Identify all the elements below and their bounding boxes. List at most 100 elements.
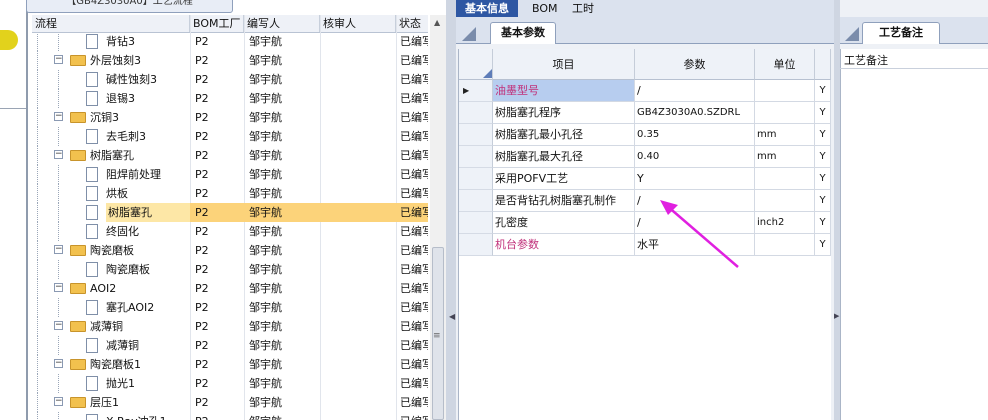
speech-bubble-icon[interactable] xyxy=(0,30,18,50)
collapse-toggle-icon[interactable]: − xyxy=(54,321,63,330)
param-unit-cell[interactable] xyxy=(755,234,815,256)
param-name-cell[interactable]: 孔密度 xyxy=(493,212,635,234)
row-header[interactable] xyxy=(459,146,493,168)
tab-work-hours[interactable]: 工时 xyxy=(572,0,602,17)
param-name-cell[interactable]: 机台参数 xyxy=(493,234,635,256)
tree-row[interactable]: 抛光1 P2 邹宇航 已编写 xyxy=(32,374,428,393)
param-unit-cell[interactable] xyxy=(755,102,815,124)
collapse-toggle-icon[interactable]: − xyxy=(54,397,63,406)
grid-header-item[interactable]: 项目 xyxy=(493,49,635,80)
param-unit-cell[interactable] xyxy=(755,80,815,102)
tree-row[interactable]: X-Ray冲孔1 P2 邹宇航 已编写 xyxy=(32,412,428,420)
remarks-body[interactable] xyxy=(840,49,988,420)
param-name-cell[interactable]: 油墨型号 xyxy=(493,80,635,102)
tree-row[interactable]: − 层压1 P2 邹宇航 已编写 xyxy=(32,393,428,412)
tree-row[interactable]: 终固化 P2 邹宇航 已编写 xyxy=(32,222,428,241)
row-header[interactable]: ▶ xyxy=(459,80,493,102)
grid-header-value[interactable]: 参数 xyxy=(635,49,755,80)
tree-row[interactable]: 减薄铜 P2 邹宇航 已编写 xyxy=(32,336,428,355)
tree-row[interactable]: 塞孔AOI2 P2 邹宇航 已编写 xyxy=(32,298,428,317)
grid-row[interactable]: 树脂塞孔程序 GB4Z3030A0.SZDRL Y xyxy=(459,102,831,124)
param-flag-cell[interactable]: Y xyxy=(815,102,831,124)
collapse-toggle-icon[interactable]: − xyxy=(54,150,63,159)
col-header-reviewer[interactable]: 核审人 xyxy=(320,15,396,32)
row-header[interactable] xyxy=(459,234,493,256)
tree-row[interactable]: 烘板 P2 邹宇航 已编写 xyxy=(32,184,428,203)
scroll-up-icon[interactable]: ▲ xyxy=(434,18,440,27)
panel-splitter[interactable]: ◀ xyxy=(446,0,456,420)
col-header-author[interactable]: 编写人 xyxy=(244,15,320,32)
select-all-icon[interactable] xyxy=(483,69,492,78)
row-header[interactable] xyxy=(459,168,493,190)
param-unit-cell[interactable]: mm xyxy=(755,146,815,168)
col-header-process[interactable]: 流程 xyxy=(32,15,190,32)
tree-row[interactable]: − 减薄铜 P2 邹宇航 已编写 xyxy=(32,317,428,336)
collapse-toggle-icon[interactable]: − xyxy=(54,55,63,64)
param-flag-cell[interactable]: Y xyxy=(815,234,831,256)
row-header[interactable] xyxy=(459,102,493,124)
collapse-toggle-icon[interactable]: − xyxy=(54,283,63,292)
grid-header-unit[interactable]: 单位 xyxy=(755,49,815,80)
param-name-cell[interactable]: 采用POFV工艺 xyxy=(493,168,635,190)
collapse-toggle-icon[interactable]: − xyxy=(54,359,63,368)
collapse-toggle-icon[interactable]: − xyxy=(54,245,63,254)
param-flag-cell[interactable]: Y xyxy=(815,80,831,102)
tree-node-label: 背钻3 xyxy=(106,35,135,48)
tree-row[interactable]: 阻焊前处理 P2 邹宇航 已编写 xyxy=(32,165,428,184)
tree-row[interactable]: − 沉铜3 P2 邹宇航 已编写 xyxy=(32,108,428,127)
param-unit-cell[interactable]: inch2 xyxy=(755,212,815,234)
param-name-cell[interactable]: 树脂塞孔最小孔径 xyxy=(493,124,635,146)
splitter-arrow-icon[interactable]: ◀ xyxy=(449,312,455,321)
tree-author-cell: 邹宇航 xyxy=(249,168,282,181)
row-header[interactable] xyxy=(459,190,493,212)
tree-row[interactable]: 退锡3 P2 邹宇航 已编写 xyxy=(32,89,428,108)
param-flag-cell[interactable]: Y xyxy=(815,146,831,168)
col-header-status[interactable]: 状态 xyxy=(396,15,428,32)
param-flag-cell[interactable]: Y xyxy=(815,124,831,146)
tab-basic-info[interactable]: 基本信息 xyxy=(456,0,518,17)
tree-row[interactable]: 陶瓷磨板 P2 邹宇航 已编写 xyxy=(32,260,428,279)
tree-row[interactable]: 去毛刺3 P2 邹宇航 已编写 xyxy=(32,127,428,146)
grid-header-flag[interactable] xyxy=(815,49,831,80)
grid-row[interactable]: 机台参数 水平 Y xyxy=(459,234,831,256)
param-name-cell[interactable]: 树脂塞孔最大孔径 xyxy=(493,146,635,168)
tab-bom[interactable]: BOM xyxy=(532,0,562,17)
tab-basic-params[interactable]: 基本参数 xyxy=(490,22,556,44)
param-value-cell[interactable]: GB4Z3030A0.SZDRL xyxy=(635,102,755,124)
tree-row[interactable]: 碱性蚀刻3 P2 邹宇航 已编写 xyxy=(32,70,428,89)
param-unit-cell[interactable]: mm xyxy=(755,124,815,146)
row-header[interactable] xyxy=(459,124,493,146)
grid-row[interactable]: 采用POFV工艺 Y Y xyxy=(459,168,831,190)
tree-row[interactable]: − 外层蚀刻3 P2 邹宇航 已编写 xyxy=(32,51,428,70)
tree-scrollbar[interactable]: ▲ ≡ xyxy=(430,15,446,420)
tree-row[interactable]: − 陶瓷磨板 P2 邹宇航 已编写 xyxy=(32,241,428,260)
param-value-cell[interactable]: Y xyxy=(635,168,755,190)
tree-row[interactable]: − 树脂塞孔 P2 邹宇航 已编写 xyxy=(32,146,428,165)
param-flag-cell[interactable]: Y xyxy=(815,168,831,190)
param-value-cell[interactable]: / xyxy=(635,80,755,102)
param-unit-cell[interactable] xyxy=(755,168,815,190)
tab-process-remarks[interactable]: 工艺备注 xyxy=(862,22,940,44)
grid-row[interactable]: ▶ 油墨型号 / Y xyxy=(459,80,831,102)
grid-row[interactable]: 树脂塞孔最小孔径 0.35 mm Y xyxy=(459,124,831,146)
param-value-cell[interactable]: 0.35 xyxy=(635,124,755,146)
param-name-cell[interactable]: 树脂塞孔程序 xyxy=(493,102,635,124)
splitter-arrow-icon[interactable]: ▶ xyxy=(834,312,839,320)
tree-row[interactable]: − AOI2 P2 邹宇航 已编写 xyxy=(32,279,428,298)
param-unit-cell[interactable] xyxy=(755,190,815,212)
grid-row[interactable]: 树脂塞孔最大孔径 0.40 mm Y xyxy=(459,146,831,168)
row-header[interactable] xyxy=(459,212,493,234)
grid-row[interactable]: 是否背钻孔树脂塞孔制作 / Y xyxy=(459,190,831,212)
param-flag-cell[interactable]: Y xyxy=(815,212,831,234)
tree-row[interactable]: − 陶瓷磨板1 P2 邹宇航 已编写 xyxy=(32,355,428,374)
collapse-toggle-icon[interactable]: − xyxy=(54,112,63,121)
tree-bom-cell: P2 xyxy=(195,111,209,124)
tree-row[interactable]: 树脂塞孔 P2 邹宇航 已编写 xyxy=(32,203,428,222)
grid-row[interactable]: 孔密度 / inch2 Y xyxy=(459,212,831,234)
param-value-cell[interactable]: 0.40 xyxy=(635,146,755,168)
param-flag-cell[interactable]: Y xyxy=(815,190,831,212)
process-tree-tab[interactable]: 【GB4Z3030A0】工艺流程 xyxy=(26,0,233,13)
tree-row[interactable]: 背钻3 P2 邹宇航 已编写 xyxy=(32,33,428,51)
param-name-cell[interactable]: 是否背钻孔树脂塞孔制作 xyxy=(493,190,635,212)
col-header-bom[interactable]: BOM工厂 xyxy=(190,15,244,32)
